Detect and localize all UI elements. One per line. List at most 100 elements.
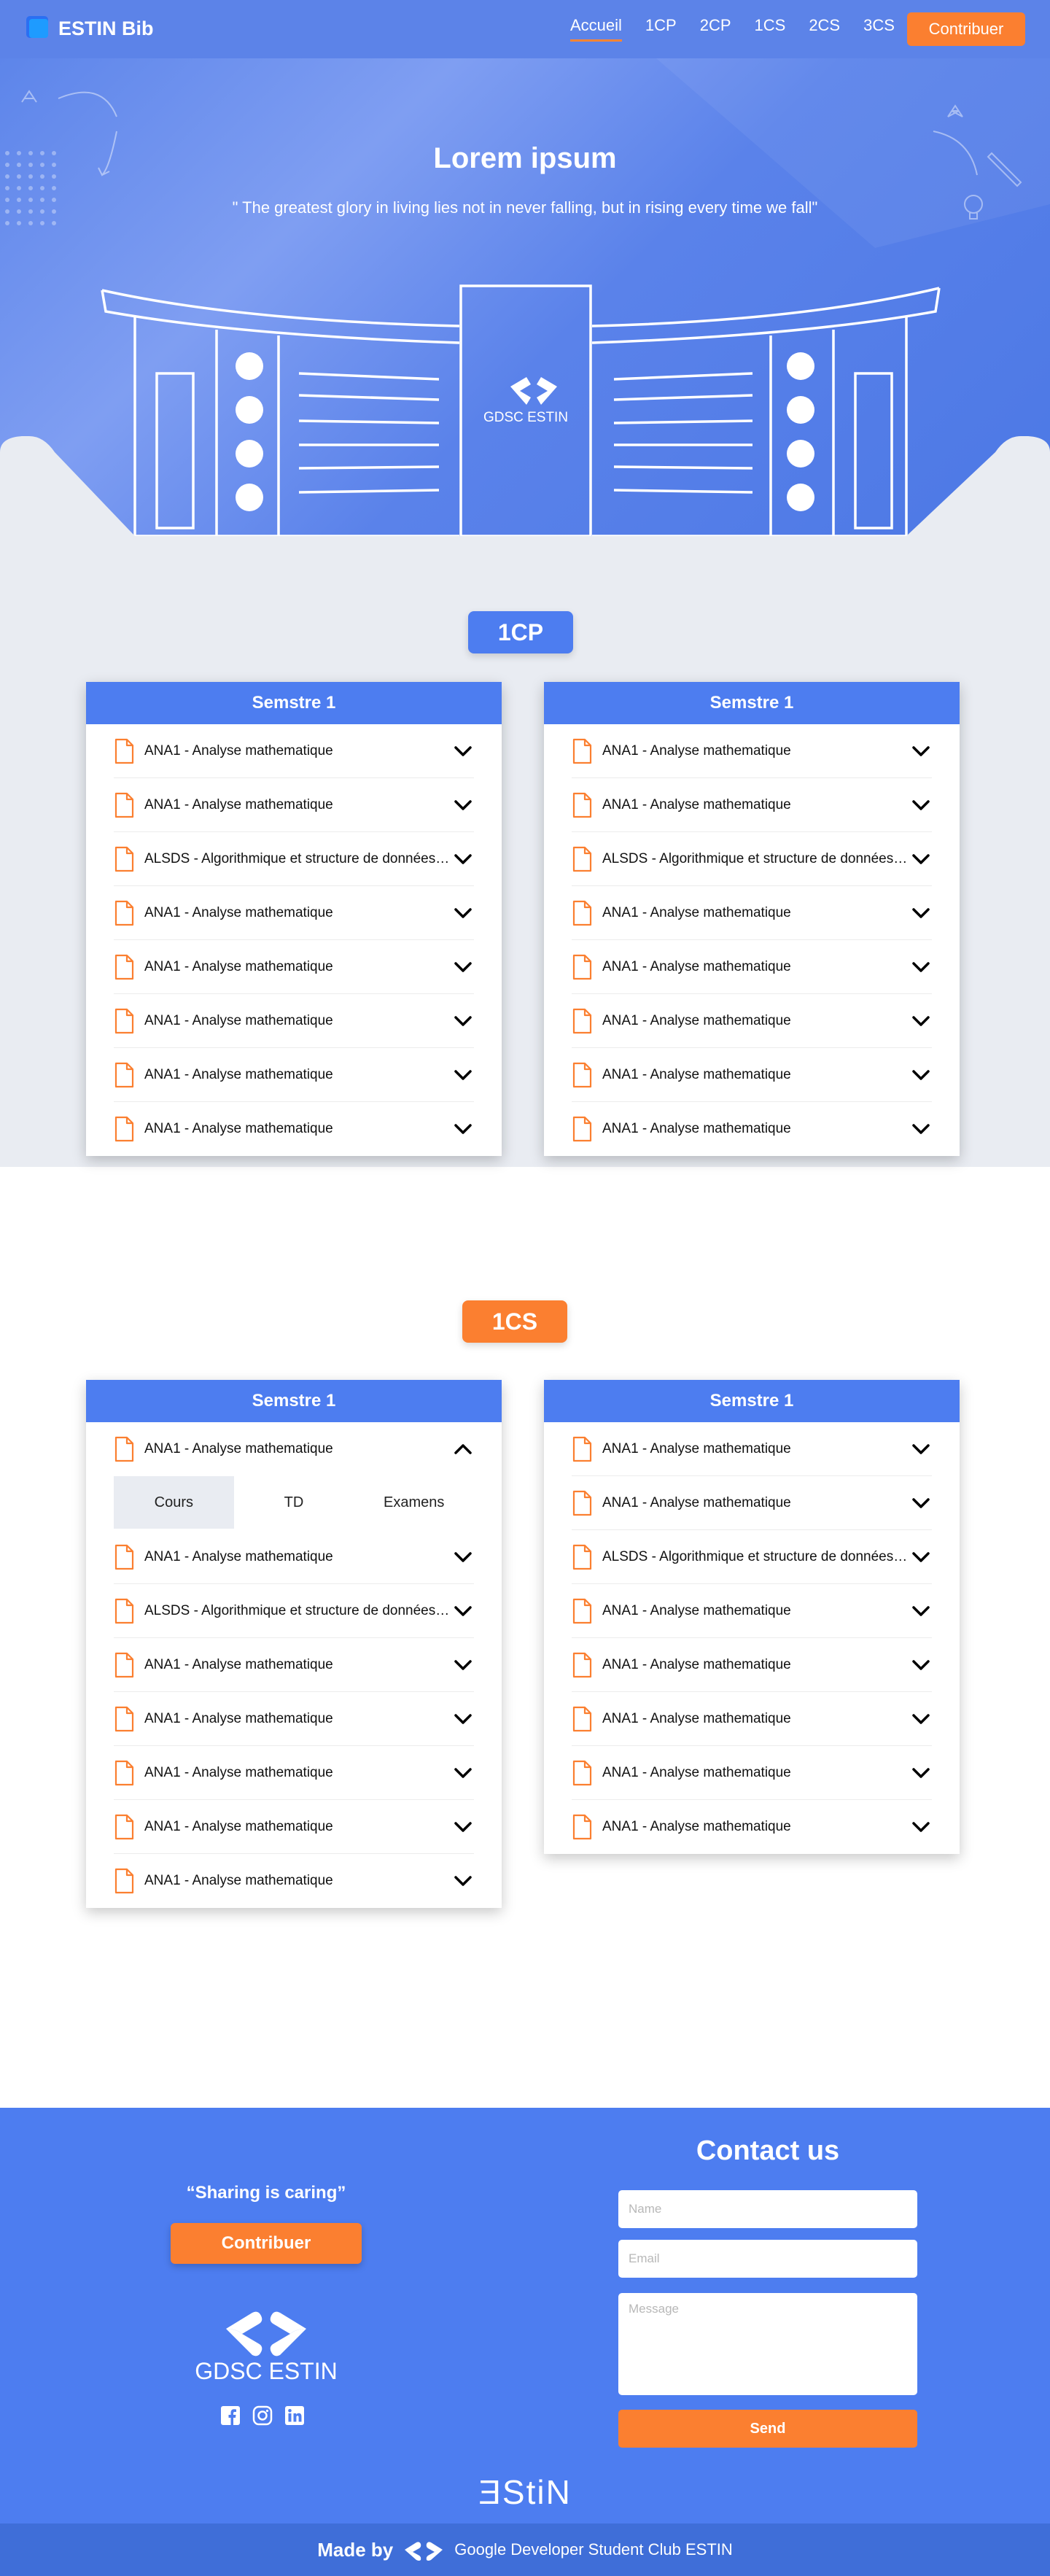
- nav-link-accueil[interactable]: Accueil: [570, 16, 622, 42]
- list-item[interactable]: ANA1 - Analyse mathematique: [114, 1102, 474, 1156]
- document-icon: [572, 1598, 592, 1623]
- list-item[interactable]: ANA1 - Analyse mathematique: [572, 940, 932, 994]
- course-label: ANA1 - Analyse mathematique: [602, 1494, 791, 1510]
- email-input[interactable]: [618, 2240, 917, 2278]
- document-icon: [114, 846, 134, 872]
- chevron-down-icon[interactable]: [452, 902, 474, 924]
- list-item[interactable]: ANA1 - Analyse mathematique: [114, 1746, 474, 1800]
- subtab-td[interactable]: TD: [234, 1476, 354, 1529]
- list-item[interactable]: ANA1 - Analyse mathematique: [114, 1854, 474, 1908]
- chevron-down-icon[interactable]: [452, 1010, 474, 1032]
- document-icon: [572, 792, 592, 818]
- chevron-down-icon[interactable]: [452, 1708, 474, 1730]
- chevron-down-icon[interactable]: [452, 794, 474, 816]
- chevron-down-icon[interactable]: [910, 1762, 932, 1784]
- course-label: ANA1 - Analyse mathematique: [602, 1440, 791, 1456]
- course-label: ALSDS - Algorithmique et structure de do…: [602, 850, 910, 866]
- list-item-expanded[interactable]: ANA1 - Analyse mathematique: [114, 1422, 474, 1476]
- document-icon: [572, 1116, 592, 1142]
- send-button[interactable]: Send: [618, 2410, 917, 2448]
- list-item[interactable]: ANA1 - Analyse mathematique: [114, 1800, 474, 1854]
- document-icon: [114, 1598, 134, 1623]
- list-item[interactable]: ANA1 - Analyse mathematique: [572, 1422, 932, 1476]
- list-item[interactable]: ANA1 - Analyse mathematique: [572, 1692, 932, 1746]
- list-item[interactable]: ANA1 - Analyse mathematique: [572, 994, 932, 1048]
- course-label: ANA1 - Analyse mathematique: [144, 1818, 333, 1834]
- list-item[interactable]: ANA1 - Analyse mathematique: [572, 886, 932, 940]
- list-item[interactable]: ANA1 - Analyse mathematique: [572, 1800, 932, 1854]
- brand-logo[interactable]: ESTIN Bib: [26, 16, 154, 41]
- chevron-down-icon[interactable]: [910, 902, 932, 924]
- list-item[interactable]: ALSDS - Algorithmique et structure de do…: [572, 1530, 932, 1584]
- nav-link-2cs[interactable]: 2CS: [809, 16, 840, 42]
- chevron-down-icon[interactable]: [452, 848, 474, 870]
- chevron-down-icon[interactable]: [452, 1546, 474, 1568]
- chevron-down-icon[interactable]: [452, 1762, 474, 1784]
- chevron-down-icon[interactable]: [910, 1654, 932, 1676]
- footer-contribute-button[interactable]: Contribuer: [171, 2223, 362, 2264]
- name-input[interactable]: [618, 2190, 917, 2228]
- chevron-down-icon[interactable]: [910, 1708, 932, 1730]
- nav-link-1cp[interactable]: 1CP: [645, 16, 677, 42]
- list-item[interactable]: ALSDS - Algorithmique et structure de do…: [114, 832, 474, 886]
- chevron-up-icon[interactable]: [452, 1438, 474, 1460]
- contribute-button[interactable]: Contribuer: [907, 12, 1025, 46]
- chevron-down-icon[interactable]: [452, 740, 474, 762]
- list-item[interactable]: ANA1 - Analyse mathematique: [572, 724, 932, 778]
- list-item[interactable]: ANA1 - Analyse mathematique: [114, 1638, 474, 1692]
- chevron-down-icon[interactable]: [452, 1870, 474, 1892]
- list-item[interactable]: ANA1 - Analyse mathematique: [114, 1048, 474, 1102]
- list-item[interactable]: ANA1 - Analyse mathematique: [572, 1476, 932, 1530]
- subtab-cours[interactable]: Cours: [114, 1476, 234, 1529]
- chevron-down-icon[interactable]: [910, 848, 932, 870]
- chevron-down-icon[interactable]: [452, 1816, 474, 1838]
- list-item[interactable]: ANA1 - Analyse mathematique: [114, 724, 474, 778]
- list-item[interactable]: ANA1 - Analyse mathematique: [572, 1746, 932, 1800]
- list-item[interactable]: ANA1 - Analyse mathematique: [114, 1692, 474, 1746]
- estin-logo-text: ƎStiN: [478, 2473, 572, 2511]
- list-item[interactable]: ANA1 - Analyse mathematique: [572, 1102, 932, 1156]
- chevron-down-icon[interactable]: [910, 1546, 932, 1568]
- chevron-down-icon[interactable]: [910, 1064, 932, 1086]
- list-item[interactable]: ANA1 - Analyse mathematique: [572, 1638, 932, 1692]
- list-item[interactable]: ANA1 - Analyse mathematique: [114, 1530, 474, 1584]
- facebook-icon[interactable]: [220, 2405, 241, 2426]
- nav-link-1cs[interactable]: 1CS: [755, 16, 786, 42]
- subtab-examens[interactable]: Examens: [354, 1476, 474, 1529]
- semester-card-expanded: Semstre 1 ANA1 - Analyse mathematique Co…: [86, 1380, 502, 1908]
- message-textarea[interactable]: [618, 2293, 917, 2395]
- chevron-down-icon[interactable]: [452, 1118, 474, 1140]
- list-item[interactable]: ANA1 - Analyse mathematique: [114, 778, 474, 832]
- list-item[interactable]: ANA1 - Analyse mathematique: [114, 994, 474, 1048]
- list-item[interactable]: ANA1 - Analyse mathematique: [572, 778, 932, 832]
- chevron-down-icon[interactable]: [910, 1118, 932, 1140]
- chevron-down-icon[interactable]: [910, 956, 932, 978]
- chevron-down-icon[interactable]: [452, 1064, 474, 1086]
- chevron-down-icon[interactable]: [910, 1492, 932, 1514]
- hero-title: Lorem ipsum: [433, 142, 617, 174]
- chevron-down-icon[interactable]: [910, 740, 932, 762]
- course-subtabs: Cours TD Examens: [114, 1476, 474, 1529]
- chevron-down-icon[interactable]: [452, 1654, 474, 1676]
- instagram-icon[interactable]: [252, 2405, 273, 2426]
- nav-link-3cs[interactable]: 3CS: [863, 16, 895, 42]
- list-item[interactable]: ANA1 - Analyse mathematique: [114, 940, 474, 994]
- list-item[interactable]: ALSDS - Algorithmique et structure de do…: [114, 1584, 474, 1638]
- chevron-down-icon[interactable]: [910, 1816, 932, 1838]
- nav-link-2cp[interactable]: 2CP: [700, 16, 731, 42]
- chevron-down-icon[interactable]: [452, 956, 474, 978]
- list-item[interactable]: ANA1 - Analyse mathematique: [572, 1584, 932, 1638]
- list-item[interactable]: ANA1 - Analyse mathematique: [114, 886, 474, 940]
- document-icon: [572, 1814, 592, 1840]
- chevron-down-icon[interactable]: [910, 1010, 932, 1032]
- list-item[interactable]: ANA1 - Analyse mathematique: [572, 1048, 932, 1102]
- chevron-down-icon[interactable]: [910, 1600, 932, 1622]
- linkedin-icon[interactable]: [284, 2405, 305, 2426]
- contact-title: Contact us: [696, 2135, 840, 2166]
- course-label: ANA1 - Analyse mathematique: [144, 1441, 333, 1456]
- document-icon: [114, 1814, 134, 1839]
- chevron-down-icon[interactable]: [910, 794, 932, 816]
- chevron-down-icon[interactable]: [452, 1600, 474, 1622]
- chevron-down-icon[interactable]: [910, 1438, 932, 1460]
- list-item[interactable]: ALSDS - Algorithmique et structure de do…: [572, 832, 932, 886]
